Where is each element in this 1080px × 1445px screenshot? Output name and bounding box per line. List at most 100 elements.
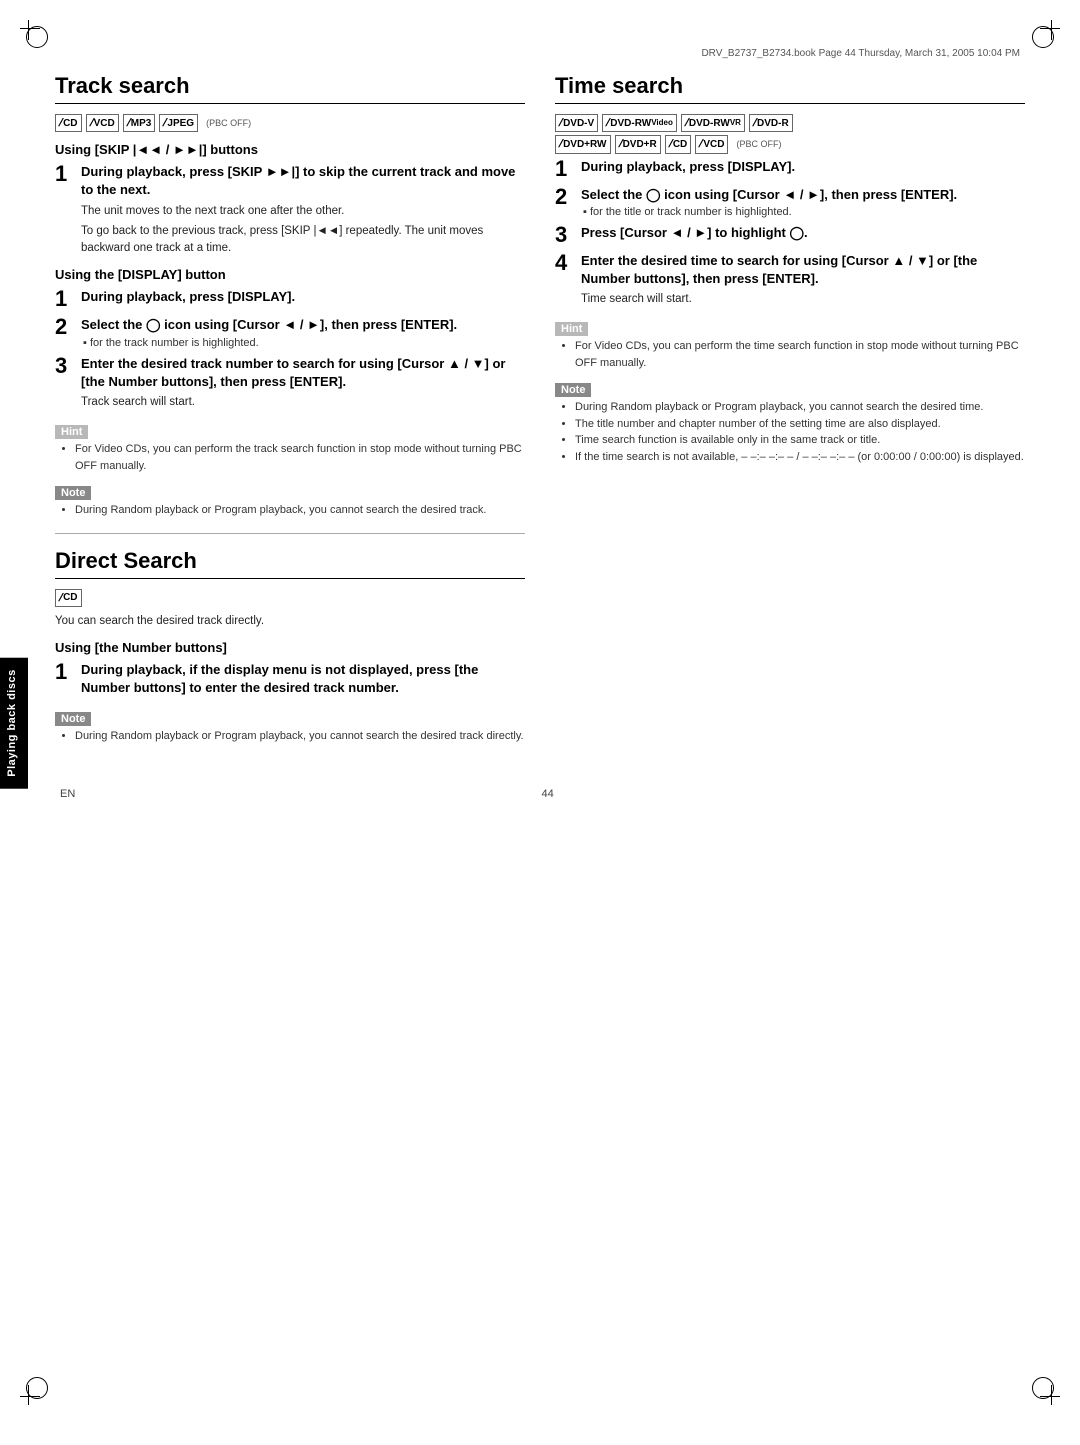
track-step-1: 1 During playback, press [SKIP ►►|] to s… [55,163,525,257]
d-step-3-content: Enter the desired track number to search… [81,355,525,412]
direct-search-desc: You can search the desired track directl… [55,613,525,630]
time-step-3-content: Press [Cursor ◄ / ►] to highlight ◯. [581,224,1025,246]
direct-note-label: Note [55,712,91,726]
track-d-step-3: 3 Enter the desired track number to sear… [55,355,525,412]
time-step-num-2: 2 [555,186,575,218]
format-icon-cd: /CD [55,114,82,132]
track-hint-label: Hint [55,425,88,439]
track-d-step-1: 1 During playback, press [DISPLAY]. [55,288,525,310]
track-search-title: Track search [55,73,525,104]
circle-bl [26,1377,48,1399]
format-icon-vcd: /VCD [86,114,119,132]
d-step-2-bold: Select the ◯ icon using [Cursor ◄ / ►], … [81,316,525,334]
using-number-heading: Using [the Number buttons] [55,640,525,655]
time-step-1-bold: During playback, press [DISPLAY]. [581,158,1025,176]
step-1-content: During playback, press [SKIP ►►|] to ski… [81,163,525,257]
format-icon-mp3: /MP3 [123,114,156,132]
d-step-2-content: Select the ◯ icon using [Cursor ◄ / ►], … [81,316,525,348]
direct-step-1-content: During playback, if the display menu is … [81,661,525,697]
time-note-item-3: Time search function is available only i… [575,432,1025,449]
time-hint-content: For Video CDs, you can perform the time … [555,338,1025,371]
time-note-item-2: The title number and chapter number of t… [575,416,1025,433]
header-text: DRV_B2737_B2734.book Page 44 Thursday, M… [701,48,1020,59]
time-step-2-note: ▪ for the title or track number is highl… [583,206,1025,218]
d-step-1-bold: During playback, press [DISPLAY]. [81,288,525,306]
track-note-content: During Random playback or Program playba… [55,502,525,519]
time-pbc-off: (PBC OFF) [736,139,781,149]
time-step-4-content: Enter the desired time to search for usi… [581,252,1025,309]
time-step-num-1: 1 [555,158,575,180]
time-format-row1: /DVD-V /DVD-RWVideo /DVD-RWVR /DVD-R [555,114,1025,132]
time-step-num-3: 3 [555,224,575,246]
left-column: Track search /CD /VCD /MP3 /JPEG (PBC OF… [55,73,525,748]
time-fi-dvdr: /DVD-R [749,114,793,132]
d-step-3-bold: Enter the desired track number to search… [81,355,525,391]
track-hint-item: For Video CDs, you can perform the track… [75,441,525,474]
track-note-label: Note [55,486,91,500]
time-step-4-note: Time search will start. [581,291,1025,308]
time-fi-cd: /CD [665,135,692,153]
track-search-format-icons: /CD /VCD /MP3 /JPEG (PBC OFF) [55,114,525,132]
time-fi-dvdrw-video: /DVD-RWVideo [602,114,677,132]
sidebar-tab: Playing back discs [0,657,28,788]
step-num-1: 1 [55,163,75,257]
time-note-item-4: If the time search is not available, – –… [575,449,1025,466]
time-search-title: Time search [555,73,1025,104]
time-step-2-bold: Select the ◯ icon using [Cursor ◄ / ►], … [581,186,1025,204]
direct-step-1-bold: During playback, if the display menu is … [81,661,525,697]
direct-note-content: During Random playback or Program playba… [55,728,525,745]
using-display-heading: Using the [DISPLAY] button [55,267,525,282]
time-step-1-content: During playback, press [DISPLAY]. [581,158,1025,180]
d-step-1-content: During playback, press [DISPLAY]. [81,288,525,310]
step-1-bold: During playback, press [SKIP ►►|] to ski… [81,163,525,199]
footer-left: EN [60,788,75,800]
footer-center: 44 [542,788,554,800]
section-divider [55,533,525,534]
track-d-step-2: 2 Select the ◯ icon using [Cursor ◄ / ►]… [55,316,525,348]
time-fi-dvdv: /DVD-V [555,114,598,132]
page-header: DRV_B2737_B2734.book Page 44 Thursday, M… [0,40,1080,63]
pbc-off-label: (PBC OFF) [206,118,251,128]
time-note-item-1: During Random playback or Program playba… [575,399,1025,416]
time-step-1: 1 During playback, press [DISPLAY]. [555,158,1025,180]
time-hint-label: Hint [555,322,588,336]
direct-step-1: 1 During playback, if the display menu i… [55,661,525,697]
circle-tr [1032,26,1054,48]
direct-format-icon-cd: /CD [55,589,82,607]
time-hint-item: For Video CDs, you can perform the time … [575,338,1025,371]
circle-br [1032,1377,1054,1399]
track-note-item: During Random playback or Program playba… [75,502,525,519]
time-step-3: 3 Press [Cursor ◄ / ►] to highlight ◯. [555,224,1025,246]
direct-step-num-1: 1 [55,661,75,697]
time-format-row2: /DVD+RW /DVD+R /CD /VCD (PBC OFF) [555,135,1025,153]
page-container: Playing back discs DRV_B2737_B2734.book … [0,0,1080,1445]
circle-tl [26,26,48,48]
time-fi-dvdplusrw: /DVD+RW [555,135,611,153]
time-note-content: During Random playback or Program playba… [555,399,1025,465]
d-step-num-1: 1 [55,288,75,310]
time-step-2: 2 Select the ◯ icon using [Cursor ◄ / ►]… [555,186,1025,218]
main-content: Track search /CD /VCD /MP3 /JPEG (PBC OF… [0,63,1080,758]
d-step-num-3: 3 [55,355,75,412]
time-step-2-content: Select the ◯ icon using [Cursor ◄ / ►], … [581,186,1025,218]
time-note-label: Note [555,383,591,397]
time-fi-dvdplusr: /DVD+R [615,135,661,153]
right-column: Time search /DVD-V /DVD-RWVideo /DVD-RWV… [555,73,1025,748]
step-1-note1: The unit moves to the next track one aft… [81,203,525,220]
time-step-num-4: 4 [555,252,575,309]
format-icon-jpeg: /JPEG [159,114,198,132]
d-step-num-2: 2 [55,316,75,348]
using-skip-heading: Using [SKIP |◄◄ / ►►|] buttons [55,142,525,157]
d-step-3-note: Track search will start. [81,394,525,411]
time-step-3-bold: Press [Cursor ◄ / ►] to highlight ◯. [581,224,1025,242]
track-hint-content: For Video CDs, you can perform the track… [55,441,525,474]
step-1-note2: To go back to the previous track, press … [81,223,525,258]
d-step-2-note: ▪ for the track number is highlighted. [83,337,525,349]
time-step-4: 4 Enter the desired time to search for u… [555,252,1025,309]
direct-note-item: During Random playback or Program playba… [75,728,525,745]
direct-search-title: Direct Search [55,548,525,579]
time-step-4-bold: Enter the desired time to search for usi… [581,252,1025,288]
time-fi-vcd: /VCD [695,135,728,153]
time-fi-dvdrw-vr: /DVD-RWVR [681,114,745,132]
direct-search-format-icons: /CD [55,589,525,607]
